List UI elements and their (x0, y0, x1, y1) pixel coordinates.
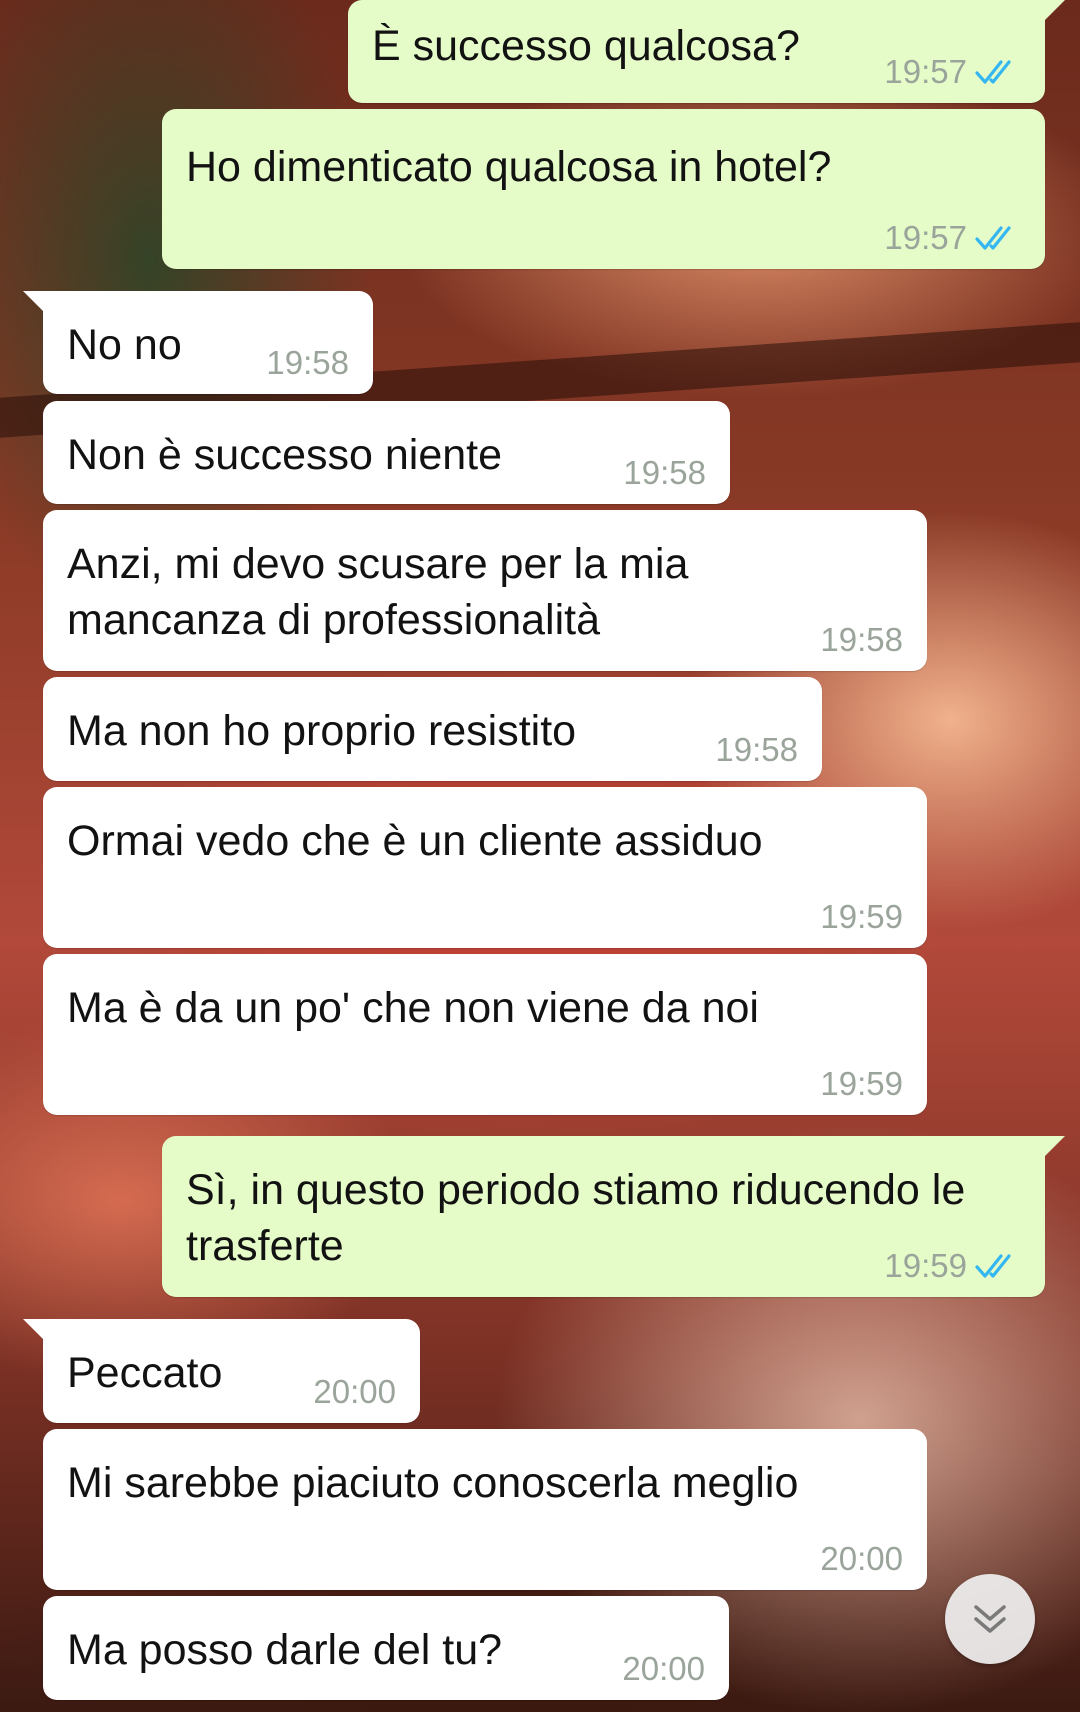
incoming-message-bubble[interactable]: Ma posso darle del tu? 20:00 (43, 1596, 729, 1700)
message-meta: 19:58 (266, 344, 349, 382)
message-time: 20:00 (313, 1373, 396, 1410)
message-meta: 19:59 (820, 1065, 903, 1103)
message-meta: 19:58 (715, 731, 798, 769)
message-time: 19:57 (884, 53, 967, 90)
message-text: Anzi, mi devo scusare per la mia mancanz… (67, 540, 689, 644)
double-check-read-icon (975, 1254, 1011, 1278)
message-time: 19:58 (266, 344, 349, 381)
outgoing-message-bubble[interactable]: È successo qualcosa? 19:57 (348, 0, 1065, 103)
incoming-message-bubble[interactable]: Peccato 20:00 (23, 1319, 420, 1423)
message-time: 19:58 (715, 731, 798, 768)
message-time: 20:00 (820, 1540, 903, 1577)
incoming-message-bubble[interactable]: Non è successo niente 19:58 (43, 401, 730, 504)
double-chevron-down-icon (974, 1605, 1006, 1633)
message-meta: 19:58 (623, 454, 706, 492)
message-meta: 19:57 (884, 53, 1021, 91)
message-meta: 20:00 (313, 1373, 396, 1411)
incoming-message-bubble[interactable]: Ma non ho proprio resistito 19:58 (43, 677, 822, 781)
incoming-message-bubble[interactable]: Ormai vedo che è un cliente assiduo 19:5… (43, 787, 927, 948)
chat-message-list[interactable]: È successo qualcosa? 19:57 Ho dimenticat… (0, 0, 1080, 1712)
message-meta: 19:58 (820, 621, 903, 659)
message-text: Ma è da un po' che non viene da noi (67, 984, 759, 1032)
message-text: Non è successo niente (67, 431, 503, 479)
double-check-read-icon (975, 226, 1011, 250)
message-time: 19:58 (623, 454, 706, 491)
message-text: Ho dimenticato qualcosa in hotel? (186, 143, 832, 191)
message-text: Ormai vedo che è un cliente assiduo (67, 817, 763, 865)
incoming-message-bubble[interactable]: No no 19:58 (23, 291, 373, 394)
message-meta: 19:57 (884, 219, 1021, 257)
outgoing-message-bubble[interactable]: Ho dimenticato qualcosa in hotel? 19:57 (162, 109, 1045, 269)
message-time: 20:00 (622, 1650, 705, 1687)
incoming-message-bubble[interactable]: Ma è da un po' che non viene da noi 19:5… (43, 954, 927, 1115)
message-meta: 20:00 (622, 1650, 705, 1688)
message-text: Ma posso darle del tu? (67, 1626, 503, 1674)
scroll-to-bottom-button[interactable] (945, 1574, 1035, 1664)
message-text: Sì, in questo periodo stiamo riducendo l… (186, 1166, 966, 1270)
message-time: 19:59 (820, 898, 903, 935)
message-meta: 19:59 (884, 1247, 1021, 1285)
message-time: 19:58 (820, 621, 903, 658)
incoming-message-bubble[interactable]: Mi sarebbe piaciuto conoscerla meglio 20… (43, 1429, 927, 1590)
incoming-message-bubble[interactable]: Anzi, mi devo scusare per la mia mancanz… (43, 510, 927, 671)
message-time: 19:59 (820, 1065, 903, 1102)
message-time: 19:59 (884, 1247, 967, 1284)
message-text: Mi sarebbe piaciuto conoscerla meglio (67, 1459, 799, 1507)
message-time: 19:57 (884, 219, 967, 256)
outgoing-message-bubble[interactable]: Sì, in questo periodo stiamo riducendo l… (162, 1136, 1065, 1297)
double-check-read-icon (975, 60, 1011, 84)
message-meta: 19:59 (820, 898, 903, 936)
message-text: Ma non ho proprio resistito (67, 707, 577, 755)
message-meta: 20:00 (820, 1540, 903, 1578)
